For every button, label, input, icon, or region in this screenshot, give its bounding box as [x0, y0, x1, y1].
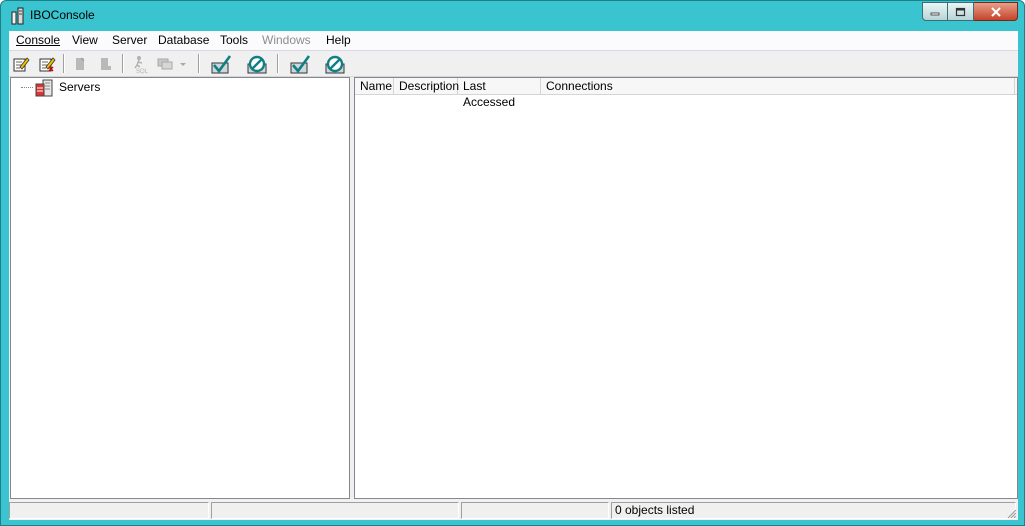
database-login-button[interactable] [288, 53, 312, 74]
column-header-connections[interactable]: Connections [541, 78, 1015, 94]
server-login-icon [211, 54, 232, 73]
database-connect-button [69, 53, 91, 74]
title-bar[interactable]: IBOConsole [1, 1, 1024, 31]
database-disconnect-icon [101, 57, 111, 70]
app-window: IBOConsole Console View Server Database … [0, 0, 1025, 526]
column-header-description[interactable]: Description [394, 78, 459, 94]
column-header-last-accessed[interactable]: Last Accessed [458, 78, 541, 109]
caption-buttons [922, 2, 1018, 21]
sql-icon: SQL [134, 55, 149, 74]
maximize-button[interactable] [948, 2, 974, 21]
minimize-icon [930, 12, 940, 15]
unregister-server-icon [39, 56, 56, 72]
windows-dropdown-icon [157, 58, 186, 69]
close-icon [990, 6, 1001, 17]
server-login-button[interactable] [209, 53, 233, 74]
object-list[interactable]: Name Description Last Accessed Connectio… [354, 77, 1018, 499]
menu-console[interactable]: Console [16, 33, 60, 47]
ibo-console-app-icon [11, 7, 24, 25]
status-panel-1 [9, 502, 209, 519]
toolbar: SQL [9, 51, 1018, 77]
close-button[interactable] [974, 2, 1018, 21]
menu-help[interactable]: Help [326, 33, 351, 47]
database-login-icon [290, 54, 311, 73]
status-bar: 0 objects listed [9, 500, 1018, 520]
unregister-server-button[interactable] [36, 53, 58, 74]
restore-icon [955, 7, 966, 16]
tree-node-servers[interactable]: Servers [59, 80, 100, 94]
column-header-name[interactable]: Name [355, 78, 394, 94]
menu-server[interactable]: Server [112, 33, 147, 47]
client-area: Console View Server Database Tools Windo… [9, 31, 1018, 520]
menu-windows: Windows [262, 33, 311, 47]
menu-view[interactable]: View [72, 33, 98, 47]
status-panel-2 [211, 502, 459, 519]
svg-text:SQL: SQL [136, 69, 149, 74]
register-server-icon [13, 56, 30, 71]
servers-icon [35, 79, 53, 97]
windows-dropdown-button [155, 53, 189, 74]
menu-tools[interactable]: Tools [220, 33, 248, 47]
minimize-button[interactable] [922, 2, 948, 21]
toolbar-separator [277, 54, 279, 73]
menu-tools-label: Tools [220, 33, 249, 47]
menu-view-label: View [72, 33, 98, 47]
server-tree[interactable]: Servers [10, 77, 350, 499]
toolbar-separator [198, 54, 200, 73]
database-connect-icon [76, 57, 85, 70]
menu-help-label: Help [326, 33, 351, 47]
toolbar-separator [122, 54, 124, 73]
menu-server-label: Server [112, 33, 148, 47]
list-column-headers: Name Description Last Accessed Connectio… [355, 78, 1017, 109]
menu-database-label: Database [158, 33, 210, 47]
toolbar-separator [63, 54, 65, 73]
menu-database[interactable]: Database [158, 33, 209, 47]
register-server-button[interactable] [10, 53, 32, 74]
server-logout-icon [247, 55, 267, 73]
status-panel-3 [461, 502, 609, 519]
database-logout-icon [325, 55, 345, 73]
status-panel-object-count: 0 objects listed [611, 502, 1016, 519]
sql-button: SQL [129, 53, 151, 74]
database-disconnect-button [94, 53, 116, 74]
database-logout-button[interactable] [323, 53, 347, 74]
menu-windows-label: Windows [262, 33, 311, 47]
menu-console-mnemonic: Console [16, 33, 61, 47]
window-title: IBOConsole [30, 8, 95, 22]
tree-connector-line [21, 87, 33, 88]
resize-grip-icon[interactable] [1005, 507, 1017, 519]
menu-bar: Console View Server Database Tools Windo… [9, 31, 1018, 51]
server-logout-button[interactable] [245, 53, 269, 74]
